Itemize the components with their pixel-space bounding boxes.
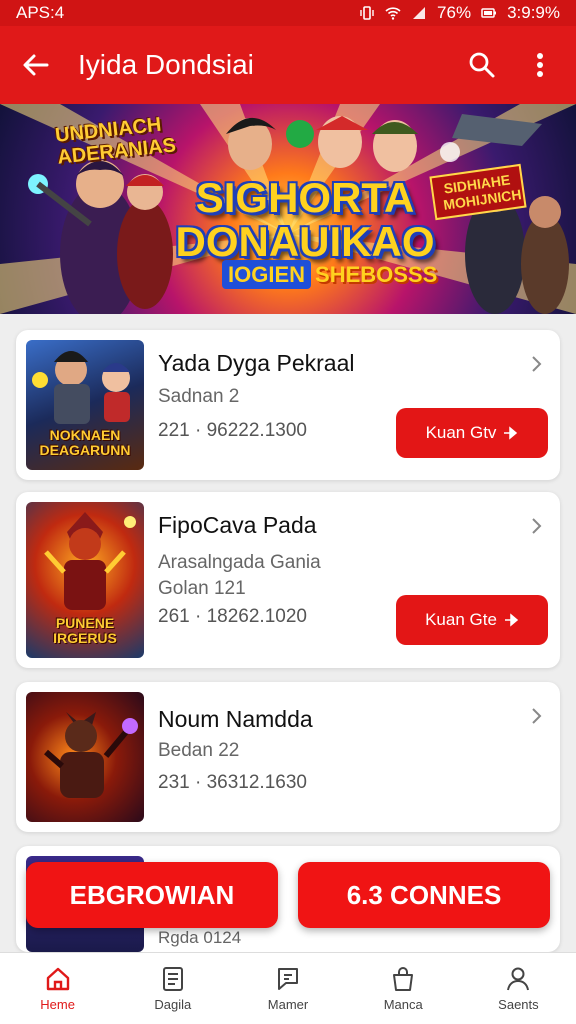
send-icon — [504, 426, 518, 440]
more-vertical-icon — [537, 53, 543, 77]
bottom-nav: Heme Dagila Mamer Manca Saents — [0, 952, 576, 1024]
document-icon — [162, 967, 183, 991]
nav-label: Dagila — [154, 997, 192, 1012]
promo-banner[interactable]: UNDNIACH ADERANIAS SIDHIAHE MOHIJNICH SI… — [0, 104, 576, 314]
arrow-left-icon — [23, 54, 49, 76]
nav-label: Mamer — [267, 997, 309, 1012]
page-title: Iyida Dondsiai — [78, 49, 254, 80]
item-subtitle: Rgda 0124 — [158, 928, 242, 947]
banner-sub-right: SHEBOSSS — [315, 262, 438, 287]
nav-label: Heme — [40, 997, 75, 1012]
list-item[interactable]: Noum Namdda Bedan 22 231 · 36312.1630 — [16, 682, 560, 832]
item-thumbnail — [26, 692, 144, 822]
connections-button[interactable]: 6.3 CONNES — [298, 862, 550, 928]
list-item[interactable]: NOKNAEN DEAGARUNN Yada Dyga Pekraal Sadn… — [16, 330, 560, 480]
back-button[interactable] — [16, 45, 56, 85]
primary-action-button[interactable]: EBGROWIAN — [26, 862, 278, 928]
item-meta: 231 · 36312.1630 — [158, 772, 307, 793]
item-action-label: Kuan Gte — [425, 610, 497, 629]
chevron-right-icon[interactable] — [526, 706, 546, 726]
item-action-label: Kuan Gtv — [425, 423, 497, 442]
item-subtitle: Bedan 22 — [158, 740, 240, 761]
status-clock-right: 3:9:9% — [507, 3, 560, 22]
more-options-button[interactable] — [520, 45, 560, 85]
battery-icon — [481, 8, 497, 18]
status-icons: 76% 3:9:9% — [359, 3, 560, 23]
primary-action-label: EBGROWIAN — [69, 879, 235, 910]
item-subtitle: Sadnan 2 — [158, 386, 240, 407]
status-time: APS:4 — [16, 3, 65, 22]
connections-label: 6.3 CONNES — [346, 879, 502, 910]
nav-item-saents[interactable]: Saents — [461, 953, 576, 1024]
item-thumbnail: PUNENE IRGERUS — [26, 502, 144, 658]
banner-sub-left: IOGIEN — [222, 260, 312, 289]
person-icon — [507, 967, 530, 991]
banner-title: SIGHORTA DONAUIKAO — [175, 174, 435, 265]
list-item[interactable]: PUNENE IRGERUS FipoCava Pada Arasalngada… — [16, 492, 560, 668]
item-title: Yada Dyga Pekraal — [158, 350, 355, 376]
nav-label: Manca — [383, 997, 423, 1012]
item-title: FipoCava Pada — [158, 512, 317, 538]
item-action-button[interactable]: Kuan Gtv — [396, 408, 548, 458]
search-button[interactable] — [462, 45, 502, 85]
battery-percent: 76% — [437, 3, 472, 22]
thumbnail-label: NOKNAEN DEAGARUNN — [39, 427, 131, 458]
item-subtitle: Arasalngada Gania — [158, 552, 321, 573]
signal-icon — [413, 7, 426, 19]
nav-label: Saents — [498, 997, 539, 1012]
nav-item-manca[interactable]: Manca — [346, 953, 461, 1024]
item-meta: 221 · 96222.1300 — [158, 420, 307, 441]
thumbnail-label: PUNENE IRGERUS — [53, 615, 117, 646]
chat-icon — [278, 968, 298, 990]
nav-item-dagila[interactable]: Dagila — [115, 953, 230, 1024]
item-action-button[interactable]: Kuan Gte — [396, 595, 548, 645]
search-icon — [469, 52, 495, 78]
item-meta: 261 · 18262.1020 — [158, 606, 307, 627]
home-icon — [46, 967, 69, 991]
nav-item-mamer[interactable]: Mamer — [230, 953, 345, 1024]
app-bar: Iyida Dondsiai — [0, 26, 576, 104]
send-icon — [504, 613, 519, 627]
item-title: Noum Namdda — [158, 706, 313, 732]
chevron-right-icon[interactable] — [526, 354, 546, 374]
item-subtitle-secondary: Golan 121 — [158, 578, 246, 599]
item-thumbnail: NOKNAEN DEAGARUNN — [26, 340, 144, 470]
vibrate-icon — [360, 6, 374, 20]
status-bar: APS:4 76% 3:9:9% — [0, 0, 576, 26]
nav-item-home[interactable]: Heme — [0, 953, 115, 1024]
bag-icon — [393, 967, 414, 991]
thumbnail-art — [44, 712, 138, 798]
banner-subtitle: IOGIEN SHEBOSSS — [222, 260, 437, 289]
wifi-icon — [385, 7, 401, 20]
chevron-right-icon[interactable] — [526, 516, 546, 536]
